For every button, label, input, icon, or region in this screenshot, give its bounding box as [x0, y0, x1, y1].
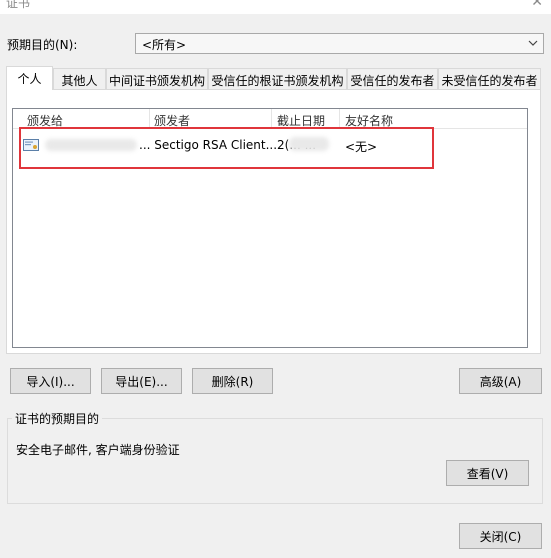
tab-intermediate-ca[interactable]: 中间证书颁发机构 — [106, 68, 208, 89]
column-expiration-date[interactable]: 截止日期 — [277, 112, 325, 129]
cell-friendly-name: <无> — [345, 140, 378, 154]
remove-button[interactable]: 删除(R) — [192, 368, 273, 394]
purpose-selected-value: <所有> — [142, 38, 187, 52]
window-title: 证书 — [6, 0, 31, 10]
purpose-label: 预期目的(N): — [7, 38, 78, 52]
title-bar: 证书 ✕ — [0, 0, 551, 14]
advanced-button[interactable]: 高级(A) — [459, 368, 542, 394]
tab-label: 受信任的发布者 — [350, 74, 435, 88]
redacted-issued-to — [45, 139, 137, 151]
table-row[interactable]: ... Sectigo RSA Client... 2(... ... <无> — [13, 134, 433, 156]
column-separator[interactable] — [149, 109, 150, 129]
cell-issued-by: ... Sectigo RSA Client... — [139, 138, 278, 152]
tab-trusted-publishers[interactable]: 受信任的发布者 — [347, 68, 438, 89]
tab-trusted-root-ca[interactable]: 受信任的根证书颁发机构 — [208, 68, 347, 89]
tab-personal[interactable]: 个人 — [6, 66, 53, 90]
group-legend: 证书的预期目的 — [12, 410, 103, 427]
view-button[interactable]: 查看(V) — [446, 460, 529, 486]
export-button[interactable]: 导出(E)... — [101, 368, 182, 394]
certificates-dialog: 证书 ✕ 预期目的(N): <所有> 个人 其他人 中间证书颁发机构 受信任的根… — [0, 0, 551, 558]
tab-label: 个人 — [17, 72, 42, 86]
import-button[interactable]: 导入(I)... — [10, 368, 91, 394]
close-icon[interactable]: ✕ — [531, 0, 543, 10]
redacted-expiration-date — [289, 137, 329, 151]
tab-other-people[interactable]: 其他人 — [53, 68, 106, 89]
tab-label: 其他人 — [61, 74, 98, 88]
tab-label: 未受信任的发布者 — [441, 74, 538, 88]
chevron-down-icon — [528, 40, 538, 46]
column-separator[interactable] — [271, 109, 272, 129]
column-issued-by[interactable]: 颁发者 — [154, 112, 190, 129]
tab-label: 中间证书颁发机构 — [108, 74, 205, 88]
intended-purposes-text: 安全电子邮件, 客户端身份验证 — [16, 443, 180, 457]
column-friendly-name[interactable]: 友好名称 — [345, 112, 393, 129]
certificate-icon — [23, 139, 39, 151]
close-button[interactable]: 关闭(C) — [459, 523, 542, 549]
column-issued-to[interactable]: 颁发给 — [27, 112, 63, 129]
tab-label: 受信任的根证书颁发机构 — [211, 74, 344, 88]
list-header: 颁发给 颁发者 截止日期 友好名称 — [13, 109, 527, 129]
tab-untrusted-publishers[interactable]: 未受信任的发布者 — [438, 68, 541, 89]
column-separator[interactable] — [339, 109, 340, 129]
purpose-select[interactable]: <所有> — [135, 33, 544, 54]
certificate-list[interactable]: 颁发给 颁发者 截止日期 友好名称 ... Sectigo RSA Client… — [12, 108, 528, 348]
